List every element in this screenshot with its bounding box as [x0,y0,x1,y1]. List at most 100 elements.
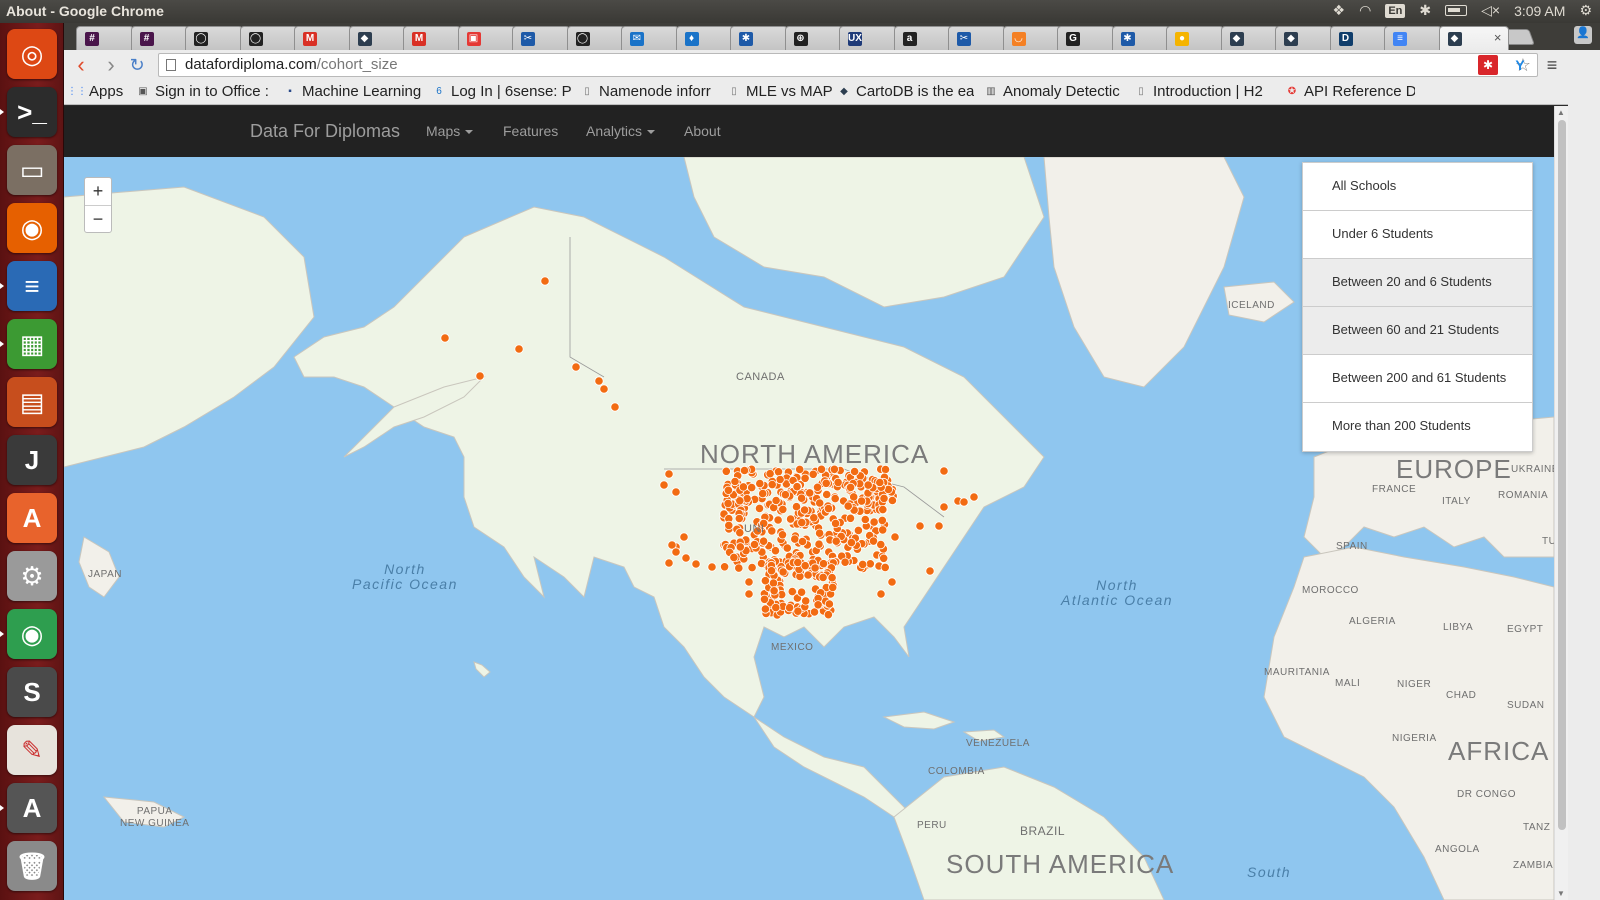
school-marker[interactable] [723,498,733,508]
browser-tab[interactable]: ◯ [185,26,243,50]
school-marker[interactable] [887,495,898,506]
school-marker[interactable] [475,371,485,381]
browser-tab[interactable]: # [130,26,189,50]
nav-features-link[interactable]: Features [503,123,558,139]
sublime-text-icon[interactable]: S [7,667,57,717]
school-marker[interactable] [664,469,674,479]
school-marker[interactable] [880,562,890,572]
school-marker[interactable] [599,384,609,394]
profile-icon[interactable]: 👤 [1574,26,1592,44]
school-marker[interactable] [878,525,888,535]
school-marker[interactable] [879,553,889,563]
school-marker[interactable] [735,542,745,552]
wifi-icon[interactable]: ◠ [1359,2,1371,19]
school-marker[interactable] [845,482,856,492]
school-marker[interactable] [805,488,815,498]
school-marker[interactable] [681,553,691,563]
school-marker[interactable] [759,594,770,604]
school-marker[interactable] [765,469,775,479]
tab-close-icon[interactable]: × [1494,30,1502,45]
school-marker[interactable] [780,490,791,500]
school-marker[interactable] [610,402,620,412]
address-bar[interactable]: datafordiploma.com/cohort_size ☆ [158,53,1538,77]
school-marker[interactable] [969,492,979,502]
filter-under-6[interactable]: Under 6 Students [1303,211,1532,259]
school-marker[interactable] [796,587,807,597]
bookmark-item[interactable]: ▯ Namenode inforr [580,83,711,100]
bookmark-item[interactable]: ▯ MLE vs MAP [727,83,832,100]
school-marker[interactable] [724,520,734,530]
school-marker[interactable] [756,558,767,569]
libreoffice-writer-icon[interactable]: ≡ [7,261,57,311]
school-marker[interactable] [887,577,897,587]
school-marker[interactable] [879,493,889,503]
battery-icon[interactable] [1445,5,1468,16]
browser-tab[interactable]: ✂ [948,26,1006,50]
browser-tab[interactable]: G [1057,26,1115,50]
school-marker[interactable] [833,477,843,487]
school-marker[interactable] [734,563,744,573]
browser-tab[interactable]: ◯ [239,26,298,50]
terminal-icon[interactable]: >_ [7,87,57,137]
school-marker[interactable] [801,596,811,606]
scroll-up-icon[interactable]: ▲ [1557,108,1565,117]
browser-tab[interactable]: ✱ [730,26,788,50]
school-marker[interactable] [800,561,810,571]
school-marker[interactable] [771,495,781,506]
libreoffice-calc-icon[interactable]: ▦ [7,319,57,369]
school-marker[interactable] [869,517,879,527]
extension-v-icon[interactable]: Y [1510,55,1530,75]
software-center-icon[interactable]: A [7,493,57,543]
bookmark-item[interactable]: ▣ Sign in to Office : [136,83,269,100]
filter-over-200[interactable]: More than 200 Students [1303,403,1532,451]
school-marker[interactable] [755,478,765,489]
school-marker[interactable] [878,504,888,515]
school-marker[interactable] [796,493,807,503]
school-marker[interactable] [814,539,824,549]
school-marker[interactable] [858,559,868,569]
school-marker[interactable] [808,469,818,479]
school-marker[interactable] [840,557,850,567]
school-marker[interactable] [790,534,800,544]
school-marker[interactable] [925,566,935,576]
nav-analytics-dropdown[interactable]: Analytics [586,123,656,139]
bookmark-item[interactable]: ▪ Machine Learning [283,83,421,100]
firefox-icon[interactable]: ◉ [7,203,57,253]
site-brand[interactable]: Data For Diplomas [250,121,400,142]
school-marker[interactable] [830,518,841,528]
school-marker[interactable] [729,552,739,562]
page-scrollbar[interactable]: ▲ ▼ [1554,106,1568,900]
browser-tab[interactable]: ◡ [1002,26,1061,50]
school-marker[interactable] [876,589,886,599]
school-marker[interactable] [934,521,944,531]
school-marker[interactable] [775,474,785,485]
school-marker[interactable] [818,559,829,569]
browser-tab[interactable]: UX [839,26,897,50]
school-marker[interactable] [876,539,886,550]
school-marker[interactable] [821,478,831,488]
nav-about-link[interactable]: About [684,123,721,139]
school-marker[interactable] [875,477,885,488]
school-marker[interactable] [440,333,450,343]
browser-tab[interactable]: M [294,26,352,50]
school-marker[interactable] [824,599,835,609]
libreoffice-impress-icon[interactable]: ▤ [7,377,57,427]
school-marker[interactable] [823,503,834,514]
school-marker[interactable] [843,501,853,511]
ubuntu-dash-icon[interactable]: ◎ [7,29,57,79]
browser-tab[interactable]: a [893,26,952,50]
school-marker[interactable] [734,513,744,524]
school-marker[interactable] [760,576,771,586]
extension-red-icon[interactable]: ✱ [1478,55,1498,75]
school-marker[interactable] [754,503,765,513]
browser-tab[interactable]: ◆ [1275,26,1333,50]
school-marker[interactable] [846,537,857,548]
school-marker[interactable] [877,515,887,525]
school-marker[interactable] [778,504,788,514]
school-marker[interactable] [747,562,757,573]
school-marker[interactable] [770,546,781,556]
school-marker[interactable] [514,344,524,354]
school-marker[interactable] [659,480,669,490]
clock[interactable]: 3:09 AM [1514,3,1565,19]
filter-21-to-60[interactable]: Between 60 and 21 Students [1303,307,1532,355]
